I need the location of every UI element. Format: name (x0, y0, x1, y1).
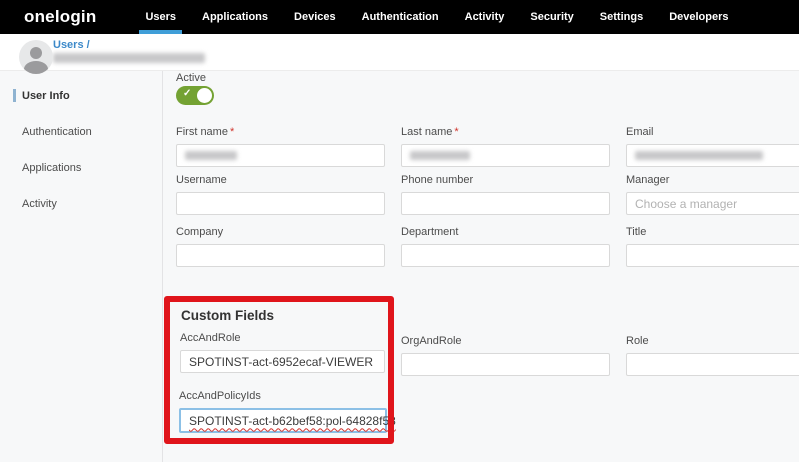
first-name-value-redacted (185, 151, 237, 160)
manager-field: Manager (626, 174, 799, 215)
acc-and-role-input[interactable] (180, 350, 385, 373)
toggle-knob (197, 88, 212, 103)
top-nav-bar: onelogin Users Applications Devices Auth… (0, 0, 799, 34)
department-label: Department (401, 226, 610, 238)
nav-item-activity[interactable]: Activity (452, 0, 518, 34)
active-toggle[interactable]: ✓ (176, 86, 214, 105)
nav-item-users[interactable]: Users (132, 0, 189, 34)
nav-item-applications[interactable]: Applications (189, 0, 281, 34)
nav-item-security[interactable]: Security (517, 0, 586, 34)
last-name-value-redacted (410, 151, 470, 160)
org-and-role-field: OrgAndRole (401, 335, 610, 376)
breadcrumb-user-name-redacted (53, 53, 205, 63)
first-name-input[interactable] (176, 144, 385, 167)
manager-label: Manager (626, 174, 799, 186)
phone-number-input[interactable] (401, 192, 610, 215)
user-avatar-icon (19, 40, 53, 74)
title-input[interactable] (626, 244, 799, 267)
first-name-field: First name* (176, 126, 385, 167)
sidebar-item-applications[interactable]: Applications (0, 156, 162, 180)
sidebar-item-user-info[interactable]: User Info (0, 84, 162, 108)
email-field: Email (626, 126, 799, 167)
role-label: Role (626, 335, 799, 347)
org-and-role-input[interactable] (401, 353, 610, 376)
title-label: Title (626, 226, 799, 238)
onelogin-logo[interactable]: onelogin (24, 7, 96, 27)
nav-item-settings[interactable]: Settings (587, 0, 656, 34)
username-label: Username (176, 174, 385, 186)
role-input[interactable] (626, 353, 799, 376)
breadcrumb-users-link[interactable]: Users / (53, 39, 90, 51)
nav-item-developers[interactable]: Developers (656, 0, 741, 34)
company-field: Company (176, 226, 385, 267)
acc-and-policy-ids-input[interactable]: SPOTINST-act-b62bef58:pol-64828f58 (179, 408, 387, 433)
required-asterisk: * (230, 126, 234, 138)
role-field: Role (626, 335, 799, 376)
last-name-field: Last name* (401, 126, 610, 167)
phone-number-label: Phone number (401, 174, 610, 186)
nav-item-devices[interactable]: Devices (281, 0, 349, 34)
last-name-input[interactable] (401, 144, 610, 167)
email-value-redacted (635, 151, 763, 160)
acc-and-policy-ids-label: AccAndPolicyIds (179, 390, 387, 402)
page-header: Users / (0, 34, 799, 71)
department-field: Department (401, 226, 610, 267)
title-field: Title (626, 226, 799, 267)
top-nav-items: Users Applications Devices Authenticatio… (132, 0, 741, 34)
email-input[interactable] (626, 144, 799, 167)
sidebar-item-authentication[interactable]: Authentication (0, 120, 162, 144)
acc-and-role-label: AccAndRole (180, 332, 385, 344)
active-label: Active (176, 72, 206, 84)
acc-and-policy-ids-value: SPOTINST-act-b62bef58:pol-64828f58 (189, 414, 396, 428)
company-label: Company (176, 226, 385, 238)
department-input[interactable] (401, 244, 610, 267)
acc-and-policy-ids-field: AccAndPolicyIds SPOTINST-act-b62bef58:po… (179, 390, 387, 433)
email-label: Email (626, 126, 799, 138)
username-input[interactable] (176, 192, 385, 215)
org-and-role-label: OrgAndRole (401, 335, 610, 347)
acc-and-role-field: AccAndRole (180, 332, 385, 373)
required-asterisk: * (454, 126, 458, 138)
manager-input[interactable] (626, 192, 799, 215)
company-input[interactable] (176, 244, 385, 267)
username-field: Username (176, 174, 385, 215)
nav-item-authentication[interactable]: Authentication (349, 0, 452, 34)
custom-fields-heading: Custom Fields (181, 308, 274, 323)
check-icon: ✓ (183, 88, 191, 99)
sidebar-item-activity[interactable]: Activity (0, 192, 162, 216)
first-name-label: First name* (176, 126, 385, 138)
phone-number-field: Phone number (401, 174, 610, 215)
sidebar-divider (162, 71, 163, 462)
last-name-label: Last name* (401, 126, 610, 138)
sidebar: User Info Authentication Applications Ac… (0, 72, 162, 216)
